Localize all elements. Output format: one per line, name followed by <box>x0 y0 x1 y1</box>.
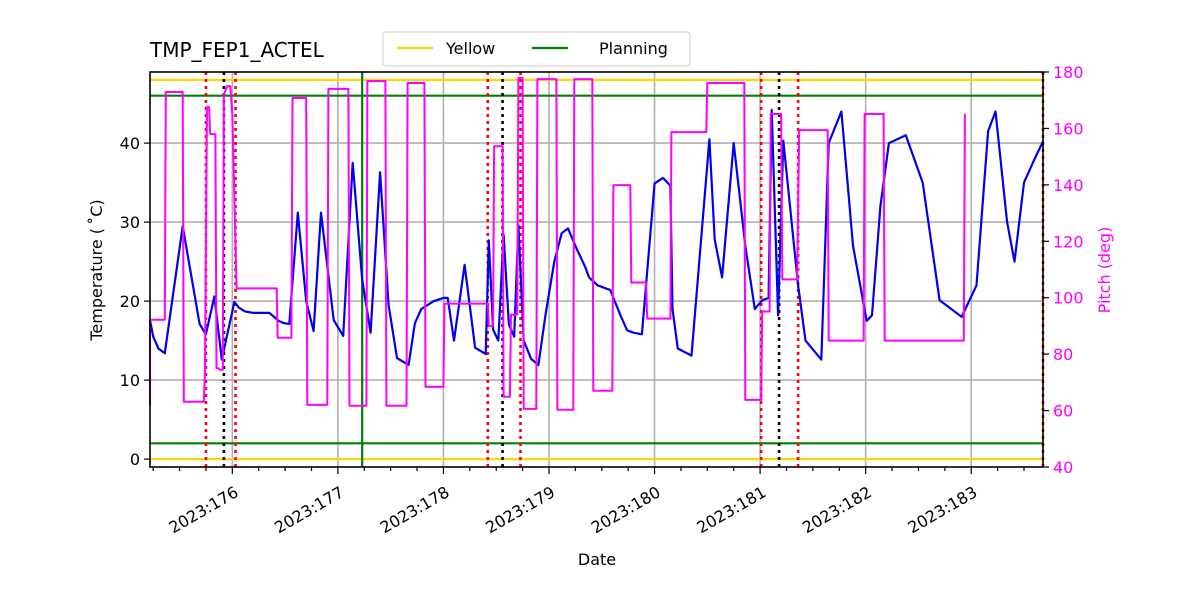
x-tick-label: 2023:182 <box>799 482 875 537</box>
x-tick-label: 2023:176 <box>166 482 242 537</box>
y2-ticks: 40 60 80 100 120 140 160 180 <box>1043 63 1084 477</box>
limit-lines <box>150 78 1043 461</box>
y2-tick-label: 180 <box>1053 63 1084 82</box>
series-lines <box>148 76 1044 411</box>
chart: 2023:176 2023:177 2023:178 2023:179 2023:180… <box>87 31 1114 569</box>
x-tick-label: 2023:180 <box>588 482 664 537</box>
x-tick-label: 2023:177 <box>271 482 347 537</box>
legend-label-yellow: Yellow <box>445 39 495 58</box>
y2-tick-label: 100 <box>1053 289 1084 308</box>
y-tick-label: 20 <box>120 292 140 311</box>
legend-label-planning: Planning <box>599 39 668 58</box>
y2-tick-label: 80 <box>1053 345 1073 364</box>
x-tick-label: 2023:183 <box>905 482 981 537</box>
y2-tick-label: 140 <box>1053 176 1084 195</box>
y2-axis-title: Pitch (deg) <box>1095 227 1114 314</box>
legend: Yellow Planning <box>382 31 691 67</box>
x-tick-label: 2023:178 <box>377 482 453 537</box>
grid-lines <box>150 72 1043 467</box>
y-ticks: 0 10 20 30 40 <box>120 134 150 469</box>
chart-title: TMP_FEP1_ACTEL <box>149 38 325 62</box>
vertical-markers <box>204 72 1045 467</box>
x-ticks: 2023:176 2023:177 2023:178 2023:179 2023:180… <box>152 467 1025 537</box>
y-tick-label: 30 <box>120 213 140 232</box>
y2-tick-label: 40 <box>1053 458 1073 477</box>
y2-tick-label: 60 <box>1053 402 1073 421</box>
x-tick-label: 2023:179 <box>482 482 558 537</box>
y-axis-title: Temperature ( ˚C) <box>87 199 106 341</box>
series-line-temperature <box>148 108 1044 367</box>
y-tick-label: 0 <box>130 450 140 469</box>
plot-frame <box>149 71 1044 468</box>
x-tick-label: 2023:181 <box>693 482 769 537</box>
y2-tick-label: 120 <box>1053 232 1084 251</box>
y2-tick-label: 160 <box>1053 119 1084 138</box>
y-tick-label: 40 <box>120 134 140 153</box>
y-tick-label: 10 <box>120 371 140 390</box>
x-axis-title: Date <box>578 550 616 569</box>
